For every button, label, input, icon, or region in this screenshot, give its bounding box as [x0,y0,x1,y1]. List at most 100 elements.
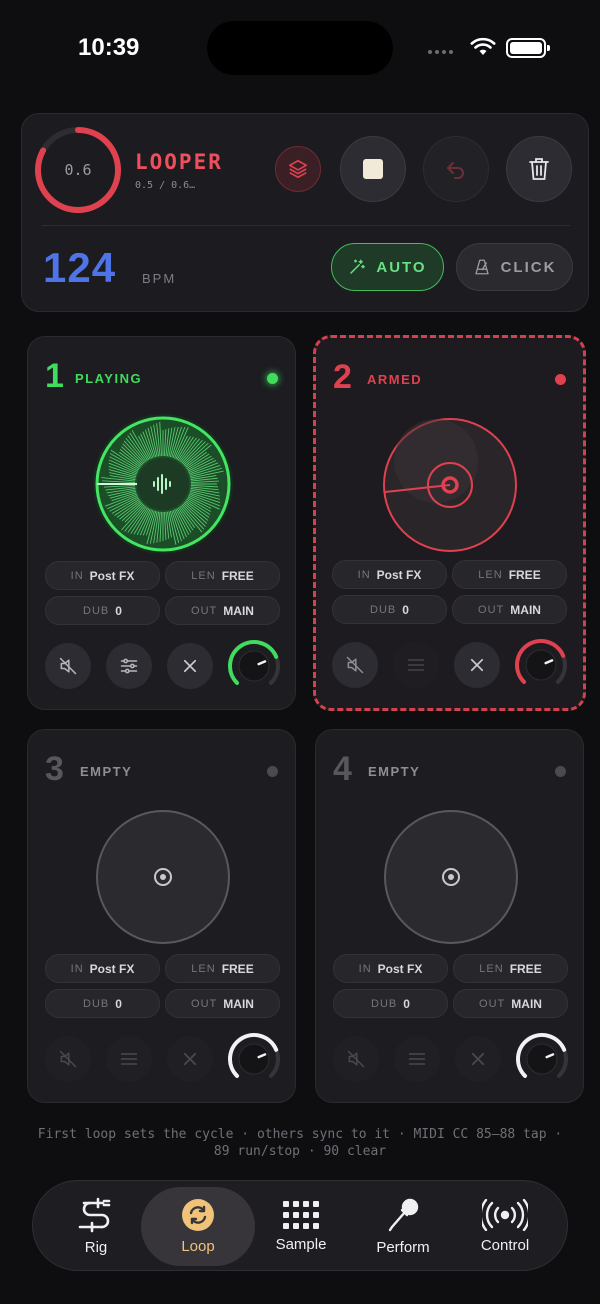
layers-button[interactable] [275,146,321,192]
sliders-icon [120,1053,138,1065]
level-knob[interactable] [227,1032,281,1086]
length-chip[interactable]: LEN FREE [165,561,280,590]
bpm-value[interactable]: 124 [43,244,116,292]
chip-key: OUT [478,603,505,616]
level-knob[interactable] [515,1032,569,1086]
input-chip[interactable]: IN Post FX [332,560,447,589]
chip-value: FREE [509,961,542,976]
bpm-label: BPM [142,271,177,286]
cable-icon [78,1197,111,1233]
undo-button[interactable] [423,136,489,202]
tab-label: Sample [275,1236,327,1253]
microphone-icon [388,1198,419,1232]
chip-value: Post FX [376,567,422,582]
status-bar: 10:39 [0,0,600,100]
tab-loop[interactable]: Loop [141,1187,255,1266]
loop-status-led [555,374,566,385]
loop-disc[interactable] [381,416,519,554]
loop-number: 4 [333,750,352,788]
fx-settings-button[interactable] [393,642,439,688]
loop-card-1[interactable]: 1 PLAYING IN Post FX LEN FREE DUB 0 OUT MAIN [27,336,296,710]
mute-button[interactable] [45,643,91,689]
auto-button[interactable]: AUTO [331,243,444,291]
dub-chip[interactable]: DUB 0 [333,989,448,1018]
speaker-muted-icon [59,1050,77,1068]
close-icon [471,1052,485,1066]
chip-key: OUT [191,604,218,617]
dynamic-island [207,21,393,75]
chip-key: DUB [83,997,110,1010]
chip-key: LEN [191,569,216,582]
length-chip[interactable]: LEN FREE [165,954,280,983]
stop-button[interactable] [340,136,406,202]
click-button[interactable]: CLICK [456,243,573,291]
loop-number: 3 [45,750,64,788]
loop-number: 1 [45,357,64,395]
loop-disc[interactable] [94,808,232,946]
chip-key: IN [70,569,84,582]
output-chip[interactable]: OUT MAIN [452,595,567,624]
waveform-icon [153,474,171,494]
input-chip[interactable]: IN Post FX [45,954,160,983]
status-time: 10:39 [78,34,140,61]
dub-chip[interactable]: DUB 0 [45,989,160,1018]
loop-disc[interactable] [382,808,520,946]
level-knob[interactable] [514,638,568,692]
stop-icon [363,159,383,179]
loop-card-4[interactable]: 4 EMPTY IN Post FX LEN FREE DUB 0 OUT MAIN [315,729,584,1103]
tab-control[interactable]: Control [453,1187,557,1266]
loop-state: PLAYING [75,371,143,386]
clear-loop-button[interactable] [167,643,213,689]
undo-icon [447,162,464,179]
footnote-line-2: 89 run/stop · 90 clear [213,1144,387,1159]
length-chip[interactable]: LEN FREE [452,560,567,589]
metronome-icon [474,259,489,275]
clear-all-button[interactable] [506,136,572,202]
mute-button[interactable] [45,1036,91,1082]
footnote: First loop sets the cycle · others sync … [0,1126,600,1160]
loop-card-2[interactable]: 2 ARMED IN Post FX LEN FREE DUB 0 OUT MAIN [313,335,586,711]
clear-loop-button[interactable] [455,1036,501,1082]
chip-value: Post FX [89,961,135,976]
input-chip[interactable]: IN Post FX [333,954,448,983]
length-chip[interactable]: LEN FREE [453,954,568,983]
output-chip[interactable]: OUT MAIN [165,596,280,625]
output-chip[interactable]: OUT MAIN [453,989,568,1018]
chip-value: 0 [115,996,122,1011]
chip-value: FREE [508,567,541,582]
chip-value: MAIN [223,996,254,1011]
input-chip[interactable]: IN Post FX [45,561,160,590]
fx-settings-button[interactable] [106,1036,152,1082]
chip-value: MAIN [223,603,254,618]
chip-key: LEN [191,962,216,975]
mute-button[interactable] [332,642,378,688]
close-icon [183,1052,197,1066]
signal-icon [428,50,453,54]
chip-key: OUT [479,997,506,1010]
fx-settings-button[interactable] [106,643,152,689]
fx-settings-button[interactable] [394,1036,440,1082]
loop-icon [182,1199,214,1231]
close-icon [470,658,484,672]
chip-value: MAIN [510,602,541,617]
chip-key: IN [70,962,84,975]
loop-card-3[interactable]: 3 EMPTY IN Post FX LEN FREE DUB 0 OUT MAIN [27,729,296,1103]
loop-status-led [267,766,278,777]
chip-key: DUB [370,603,397,616]
dub-chip[interactable]: DUB 0 [332,595,447,624]
tab-sample[interactable]: Sample [251,1187,351,1266]
cycle-progress-value: 0.6 [64,161,92,179]
tab-rig[interactable]: Rig [46,1187,146,1266]
broadcast-icon [482,1199,528,1231]
auto-label: AUTO [376,258,427,276]
level-knob[interactable] [227,639,281,693]
tab-perform[interactable]: Perform [353,1187,453,1266]
dub-chip[interactable]: DUB 0 [45,596,160,625]
chip-key: OUT [191,997,218,1010]
loop-status-led [267,373,278,384]
clear-loop-button[interactable] [454,642,500,688]
output-chip[interactable]: OUT MAIN [165,989,280,1018]
sliders-icon [408,1053,426,1065]
clear-loop-button[interactable] [167,1036,213,1082]
mute-button[interactable] [333,1036,379,1082]
